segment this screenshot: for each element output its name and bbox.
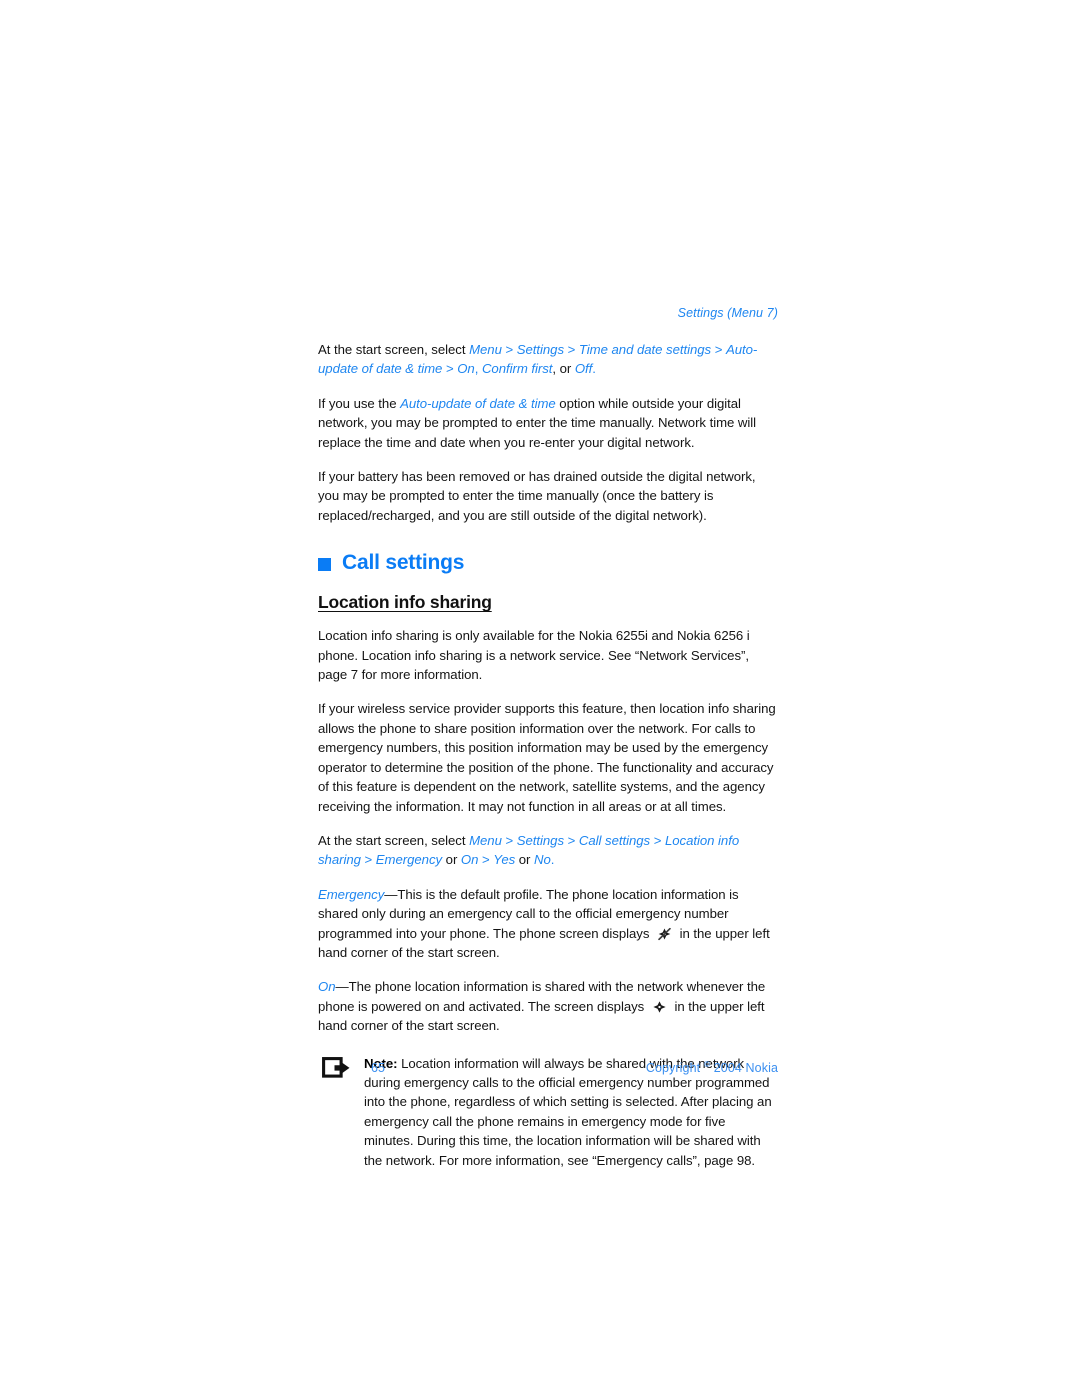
running-header: Settings (Menu 7) [677, 306, 778, 320]
ui-term-no: No [534, 852, 551, 868]
paragraph-on-mode: On—The phone location information is sha… [318, 977, 778, 1035]
copyright-year-owner: 2004 Nokia [710, 1061, 778, 1076]
page-content-column: Settings (Menu 7) At the start screen, s… [318, 306, 778, 1170]
ui-term-on: On [318, 979, 336, 995]
location-sharing-on-icon [651, 1000, 668, 1014]
text-run: If you use the [318, 395, 401, 411]
separator: > [564, 832, 579, 848]
ui-term-auto-update-of-date-time: Auto-update of date & time [400, 395, 556, 411]
ui-term-menu: Menu [469, 832, 502, 848]
paragraph-emergency-mode: Emergency—This is the default profile. T… [318, 885, 778, 963]
ui-term-on: On [457, 361, 475, 377]
paragraph-feature-description: If your wireless service provider suppor… [318, 701, 776, 814]
ui-term-call-settings: Call settings [578, 832, 651, 848]
document-page: Settings (Menu 7) At the start screen, s… [0, 0, 1080, 1397]
separator: > [442, 361, 458, 377]
separator: , [474, 361, 482, 377]
separator: > [501, 342, 517, 357]
ui-term-settings: Settings [516, 832, 565, 848]
text-run: At the start screen, select [318, 342, 470, 357]
separator: > [360, 852, 376, 868]
separator: > [711, 342, 726, 357]
copyright-notice: Copyright © 2004 Nokia [438, 1059, 778, 1075]
paragraph-time-date-menu-path: At the start screen, select Menu > Setti… [318, 340, 778, 379]
paragraph-availability: Location info sharing is only available … [318, 628, 750, 683]
separator: > [501, 832, 517, 848]
blue-square-bullet-icon [318, 557, 331, 571]
ui-term-emergency: Emergency [318, 886, 385, 902]
location-sharing-emergency-icon [656, 927, 673, 941]
ui-term-yes: Yes [493, 852, 516, 868]
text-run: At the start screen, select [318, 832, 470, 848]
section-heading-call-settings: Call settings [318, 551, 778, 575]
ui-term-menu: Menu [469, 342, 502, 357]
copyright-text: Copyright [645, 1061, 704, 1076]
separator: > [650, 832, 665, 848]
paragraph-battery-removed: If your battery has been removed or has … [318, 469, 756, 523]
page-footer: 65 Copyright © 2004 Nokia [318, 1059, 778, 1075]
ui-term-settings: Settings [516, 342, 565, 357]
text-run: , or [552, 361, 575, 377]
page-number: 65 [371, 1061, 385, 1076]
ui-term-confirm-first: Confirm first [481, 361, 553, 377]
text-run: or [442, 852, 461, 868]
paragraph-auto-update-outside-network: If you use the Auto-update of date & tim… [318, 394, 778, 452]
ui-term-time-and-date-settings: Time and date settings [578, 342, 712, 357]
separator: > [478, 852, 494, 868]
ui-term-on: On [460, 852, 479, 868]
paragraph-location-sharing-menu-path: At the start screen, select Menu > Setti… [318, 831, 778, 870]
section-heading-text: Call settings [342, 551, 465, 575]
ui-term-off: Off [574, 361, 593, 377]
subheading-location-info-sharing: Location info sharing [318, 592, 492, 613]
separator: > [564, 342, 579, 357]
ui-term-emergency: Emergency [375, 852, 443, 868]
text-run: or [515, 852, 535, 868]
text-run: . [550, 852, 555, 868]
text-run: . [592, 361, 596, 377]
